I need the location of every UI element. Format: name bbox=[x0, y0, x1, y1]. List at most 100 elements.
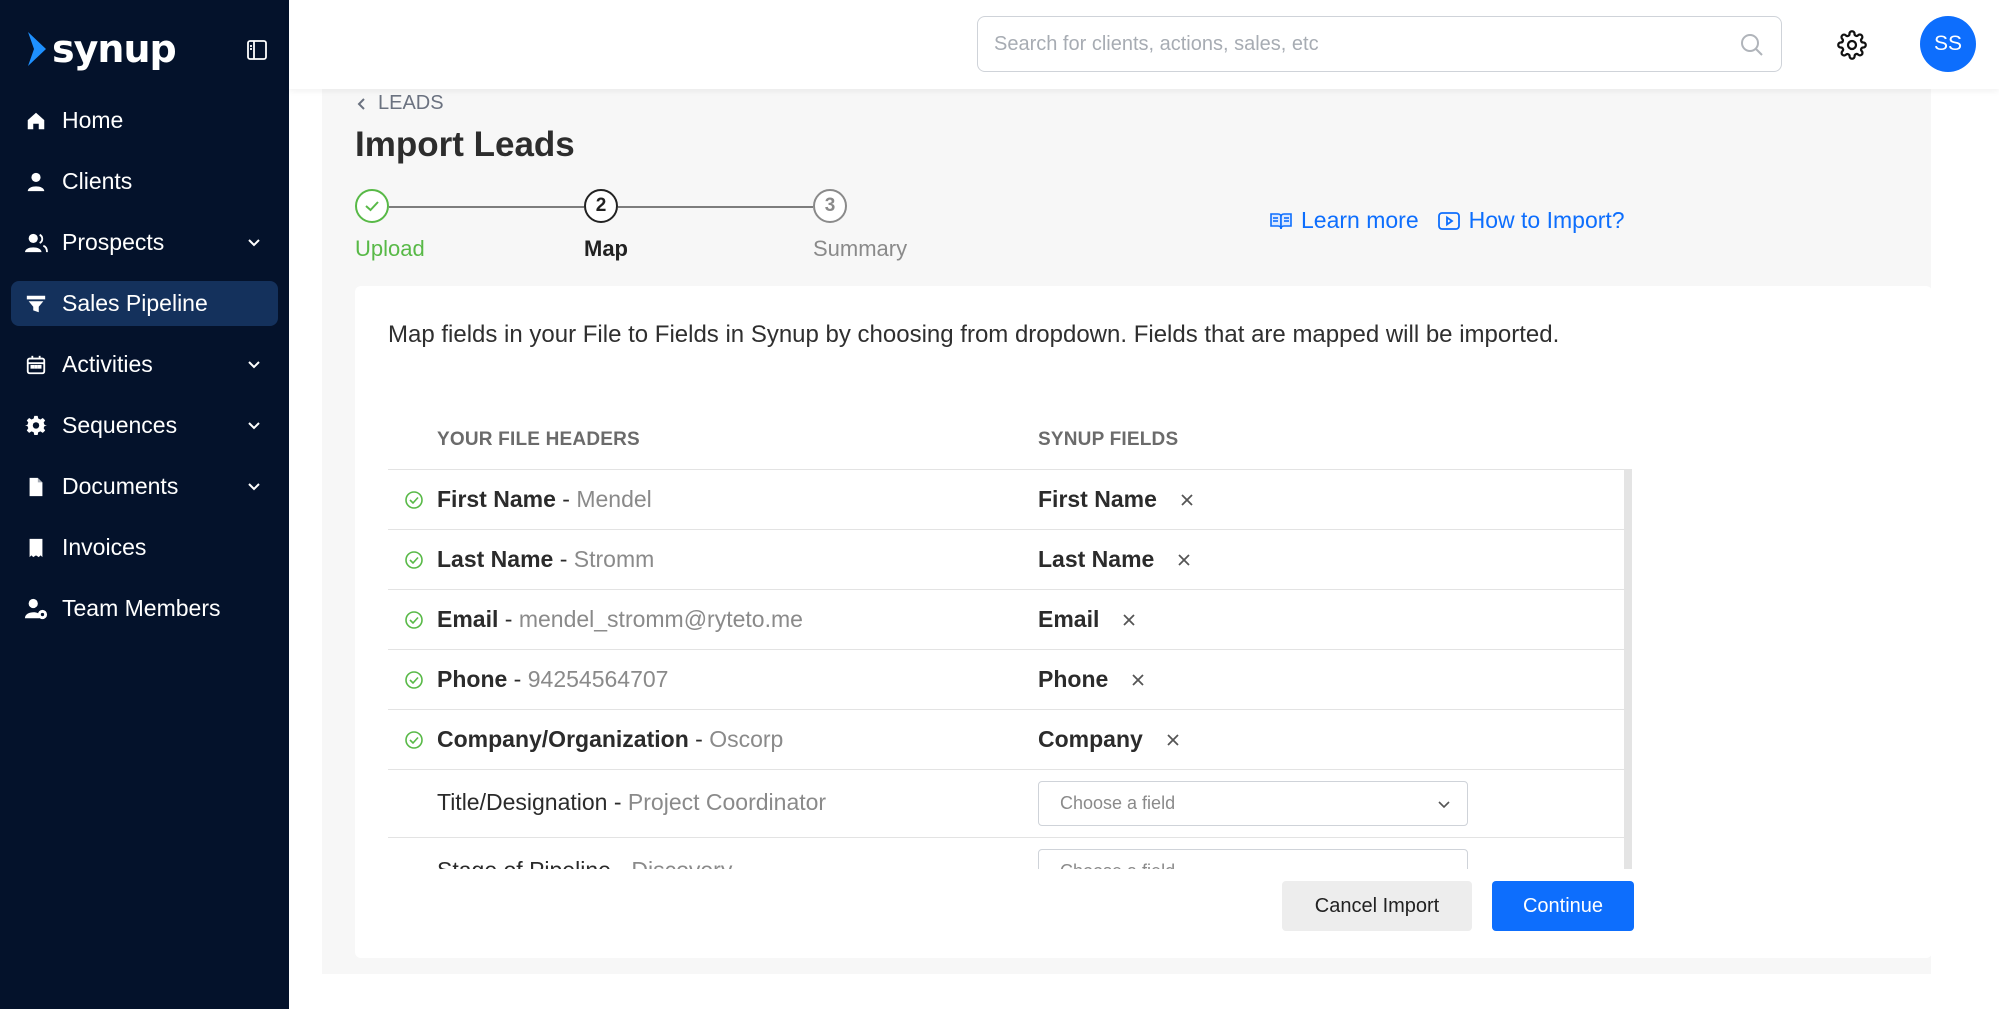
search-icon[interactable] bbox=[1739, 32, 1765, 58]
learn-more-link[interactable]: Learn more bbox=[1269, 207, 1419, 234]
file-header-sample: mendel_stromm@ryteto.me bbox=[518, 606, 803, 632]
mapping-table[interactable]: First Name - Mendel First Name Last Name… bbox=[388, 469, 1632, 869]
invoice-icon bbox=[24, 536, 48, 560]
table-scrollbar[interactable] bbox=[1624, 469, 1632, 869]
person-icon bbox=[24, 170, 48, 194]
file-header-sample: Discovery bbox=[631, 857, 732, 869]
mapping-row: Company/Organization - Oscorp Company bbox=[388, 709, 1624, 769]
sidebar: synup Home Clients Prospects Sales Pipel… bbox=[0, 0, 289, 1009]
step-map-circle: 2 bbox=[584, 189, 618, 223]
file-header-cell: Phone - 94254564707 bbox=[437, 666, 669, 692]
synup-field-cell: Company bbox=[1038, 726, 1183, 753]
column-header-file-headers: YOUR FILE HEADERS bbox=[437, 429, 640, 450]
breadcrumb-back-leads[interactable]: LEADS bbox=[356, 92, 444, 115]
sidebar-item-label: Sequences bbox=[62, 412, 178, 438]
file-header-cell: Title/Designation - Project Coordinator bbox=[437, 789, 827, 815]
book-icon bbox=[1270, 212, 1292, 229]
choose-field-dropdown[interactable]: Choose a field bbox=[1038, 849, 1468, 869]
sidebar-item-label: Sales Pipeline bbox=[62, 290, 208, 316]
synup-field-name: First Name bbox=[1038, 486, 1157, 512]
mapping-row: Title/Designation - Project Coordinator … bbox=[388, 769, 1624, 837]
sidebar-item-invoices[interactable]: Invoices bbox=[11, 525, 278, 570]
choose-field-dropdown[interactable]: Choose a field bbox=[1038, 781, 1468, 826]
video-play-icon bbox=[1437, 211, 1460, 230]
mapping-row: Email - mendel_stromm@ryteto.me Email bbox=[388, 589, 1624, 649]
file-header-name: Company/Organization bbox=[437, 726, 689, 752]
sidebar-item-team-members[interactable]: Team Members bbox=[11, 586, 278, 631]
synup-field-cell: Email bbox=[1038, 606, 1139, 633]
continue-button[interactable]: Continue bbox=[1492, 881, 1634, 931]
synup-field-name: Email bbox=[1038, 606, 1100, 632]
remove-mapping-close-icon[interactable] bbox=[1163, 730, 1183, 750]
sidebar-item-sales-pipeline[interactable]: Sales Pipeline bbox=[11, 281, 278, 326]
step-upload-label: Upload bbox=[355, 236, 425, 261]
sidebar-item-label: Clients bbox=[62, 168, 133, 194]
sidebar-item-home[interactable]: Home bbox=[11, 98, 278, 143]
file-header-cell: Company/Organization - Oscorp bbox=[437, 726, 784, 752]
sidebar-item-activities[interactable]: Activities bbox=[11, 342, 278, 387]
sidebar-collapse-icon[interactable] bbox=[245, 38, 269, 62]
home-icon bbox=[24, 109, 48, 133]
sidebar-item-documents[interactable]: Documents bbox=[11, 464, 278, 509]
mapping-row: Phone - 94254564707 Phone bbox=[388, 649, 1624, 709]
synup-field-cell: Phone bbox=[1038, 666, 1148, 693]
check-circle-icon bbox=[405, 551, 423, 569]
check-circle-icon bbox=[405, 611, 423, 629]
remove-mapping-close-icon[interactable] bbox=[1174, 550, 1194, 570]
sidebar-item-sequences[interactable]: Sequences bbox=[11, 403, 278, 448]
file-header-name: Stage of Pipeline bbox=[437, 857, 611, 869]
calendar-icon bbox=[24, 353, 48, 377]
sidebar-item-label: Prospects bbox=[62, 229, 165, 255]
synup-field-name: Phone bbox=[1038, 666, 1109, 692]
remove-mapping-close-icon[interactable] bbox=[1119, 610, 1139, 630]
funnel-icon bbox=[24, 292, 48, 316]
sidebar-item-label: Team Members bbox=[62, 595, 221, 621]
cancel-import-button[interactable]: Cancel Import bbox=[1282, 881, 1472, 931]
remove-mapping-close-icon[interactable] bbox=[1128, 670, 1148, 690]
learn-more-label: Learn more bbox=[1301, 207, 1419, 233]
synup-field-cell: First Name bbox=[1038, 486, 1197, 513]
gear-icon bbox=[24, 414, 48, 438]
synup-logo-icon bbox=[28, 32, 46, 66]
team-icon bbox=[24, 597, 48, 621]
step-upload-circle bbox=[355, 189, 389, 223]
sidebar-item-label: Invoices bbox=[62, 534, 147, 560]
search-input[interactable] bbox=[994, 17, 1734, 71]
sidebar-nav: Home Clients Prospects Sales Pipeline Ac… bbox=[11, 98, 278, 647]
help-links: Learn more How to Import? bbox=[1269, 207, 1625, 234]
sidebar-item-clients[interactable]: Clients bbox=[11, 159, 278, 204]
chevron-down-icon bbox=[248, 239, 260, 247]
file-header-sample: 94254564707 bbox=[527, 666, 669, 692]
file-header-cell: Last Name - Stromm bbox=[437, 546, 655, 572]
file-header-cell: Stage of Pipeline - Discovery bbox=[437, 857, 732, 869]
user-avatar[interactable]: SS bbox=[1920, 16, 1976, 72]
settings-gear-icon[interactable] bbox=[1837, 30, 1867, 60]
brand-logo[interactable]: synup bbox=[26, 26, 177, 72]
search-box[interactable] bbox=[977, 16, 1782, 72]
step-summary-circle: 3 bbox=[813, 189, 847, 223]
mapping-row: Stage of Pipeline - Discovery Choose a f… bbox=[388, 837, 1624, 869]
step-connector bbox=[389, 206, 584, 208]
step-summary-label: Summary bbox=[813, 236, 908, 261]
chevron-left-icon bbox=[357, 97, 365, 110]
file-header-name: Email bbox=[437, 606, 499, 632]
step-map-label: Map bbox=[584, 236, 628, 261]
file-header-sample: Stromm bbox=[573, 546, 655, 572]
file-header-name: Phone bbox=[437, 666, 508, 692]
chevron-down-icon bbox=[1435, 863, 1453, 869]
how-to-import-link[interactable]: How to Import? bbox=[1437, 207, 1625, 234]
brand-name: synup bbox=[52, 27, 177, 71]
step-connector bbox=[618, 206, 813, 208]
sidebar-item-prospects[interactable]: Prospects bbox=[11, 220, 278, 265]
remove-mapping-close-icon[interactable] bbox=[1177, 490, 1197, 510]
sidebar-item-label: Activities bbox=[62, 351, 153, 377]
file-header-sample: Oscorp bbox=[709, 726, 784, 752]
how-to-import-label: How to Import? bbox=[1468, 207, 1625, 233]
top-bar: SS bbox=[289, 0, 1999, 89]
check-circle-icon bbox=[405, 731, 423, 749]
chevron-down-icon bbox=[1438, 801, 1450, 809]
check-circle-icon bbox=[405, 491, 423, 509]
chevron-down-icon bbox=[248, 361, 260, 369]
prospects-icon bbox=[24, 231, 48, 255]
breadcrumb-label: LEADS bbox=[378, 92, 444, 114]
